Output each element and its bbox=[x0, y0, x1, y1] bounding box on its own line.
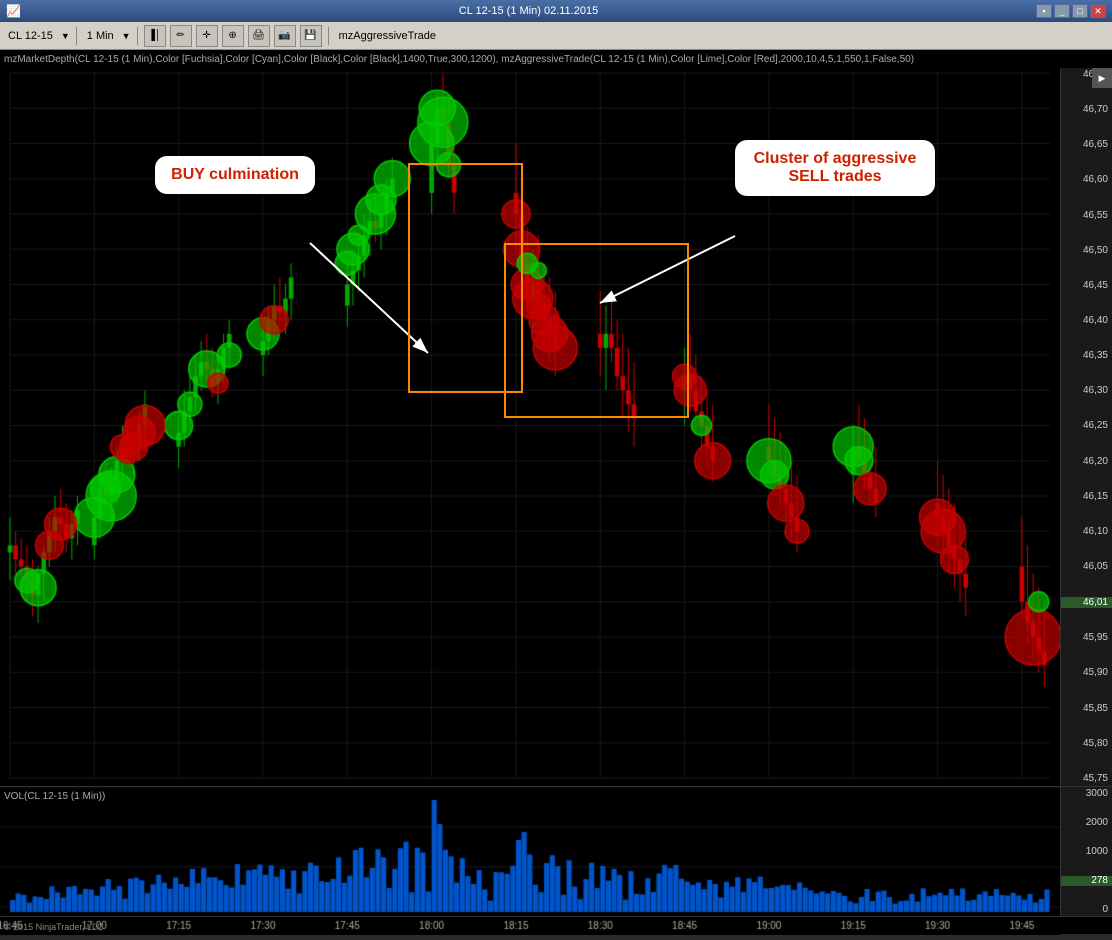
price-46-60: 46,60 bbox=[1061, 175, 1112, 185]
draw-button[interactable]: ✏ bbox=[170, 25, 192, 47]
price-46-70: 46,70 bbox=[1061, 105, 1112, 115]
price-46-55: 46,55 bbox=[1061, 211, 1112, 221]
window-controls[interactable]: ▪ _ □ ✕ bbox=[1036, 4, 1106, 18]
price-46-10: 46,10 bbox=[1061, 527, 1112, 537]
price-45-85: 45,85 bbox=[1061, 704, 1112, 714]
price-axis: 46,75 46,70 46,65 46,60 46,55 46,50 46,4… bbox=[1060, 68, 1112, 786]
time-canvas bbox=[0, 917, 1060, 935]
bar-type-button[interactable]: ▐│ bbox=[144, 25, 166, 47]
sell-callout: Cluster of aggressive SELL trades bbox=[735, 140, 935, 196]
price-46-50: 46,50 bbox=[1061, 246, 1112, 256]
zoom-button[interactable]: ⊕ bbox=[222, 25, 244, 47]
instrument-selector[interactable]: CL 12-15 bbox=[4, 29, 57, 43]
copyright: © 2015 NinjaTrader, LLC bbox=[4, 922, 103, 932]
timeframe-selector[interactable]: 1 Min bbox=[83, 29, 118, 43]
sell-highlight-rect bbox=[504, 243, 689, 418]
snapshot-button[interactable]: 📷 bbox=[274, 25, 296, 47]
vol-3000: 3000 bbox=[1061, 789, 1112, 799]
restore-button[interactable]: ▪ bbox=[1036, 4, 1052, 18]
volume-panel: VOL(CL 12-15 (1 Min)) 3000 2000 1000 278… bbox=[0, 786, 1112, 916]
vol-278: 278 bbox=[1061, 876, 1112, 886]
volume-canvas bbox=[0, 787, 1060, 917]
toolbar-separator-3 bbox=[328, 27, 329, 45]
indicator-bar: mzMarketDepth(CL 12-15 (1 Min),Color [Fu… bbox=[0, 50, 1112, 68]
price-46-15: 46,15 bbox=[1061, 492, 1112, 502]
price-current: 46,01 bbox=[1061, 597, 1112, 608]
toolbar-separator-1 bbox=[76, 27, 77, 45]
dropdown-icon-2[interactable]: ▼ bbox=[122, 31, 131, 41]
close-button[interactable]: ✕ bbox=[1090, 4, 1106, 18]
indicator-text: mzMarketDepth(CL 12-15 (1 Min),Color [Fu… bbox=[4, 54, 914, 65]
app-icon: 📈 bbox=[6, 4, 21, 18]
dropdown-icon[interactable]: ▼ bbox=[61, 31, 70, 41]
window-title: CL 12-15 (1 Min) 02.11.2015 bbox=[459, 5, 598, 17]
volume-axis: 3000 2000 1000 278 0 bbox=[1060, 787, 1112, 917]
buy-callout: BUY culmination bbox=[155, 156, 315, 194]
maximize-button[interactable]: □ bbox=[1072, 4, 1088, 18]
indicator-label: mzAggressiveTrade bbox=[335, 29, 440, 43]
volume-label: VOL(CL 12-15 (1 Min)) bbox=[4, 791, 105, 802]
vol-1000: 1000 bbox=[1061, 847, 1112, 857]
price-46-35: 46,35 bbox=[1061, 351, 1112, 361]
save-button[interactable]: 💾 bbox=[300, 25, 322, 47]
minimize-button[interactable]: _ bbox=[1054, 4, 1070, 18]
price-46-30: 46,30 bbox=[1061, 386, 1112, 396]
crosshair-button[interactable]: ✛ bbox=[196, 25, 218, 47]
vol-2000: 2000 bbox=[1061, 818, 1112, 828]
price-45-80: 45,80 bbox=[1061, 739, 1112, 749]
price-46-40: 46,40 bbox=[1061, 316, 1112, 326]
price-45-75: 45,75 bbox=[1061, 774, 1112, 784]
price-46-05: 46,05 bbox=[1061, 562, 1112, 572]
chart-area: BUY culmination Cluster of aggressive SE… bbox=[0, 68, 1112, 786]
toolbar-separator-2 bbox=[137, 27, 138, 45]
vol-0: 0 bbox=[1061, 905, 1112, 915]
scroll-right-button[interactable]: ▶ bbox=[1092, 68, 1112, 88]
price-45-95: 45,95 bbox=[1061, 633, 1112, 643]
price-46-45: 46,45 bbox=[1061, 281, 1112, 291]
time-axis bbox=[0, 916, 1112, 934]
price-46-65: 46,65 bbox=[1061, 140, 1112, 150]
price-46-20: 46,20 bbox=[1061, 457, 1112, 467]
title-bar: 📈 CL 12-15 (1 Min) 02.11.2015 ▪ _ □ ✕ bbox=[0, 0, 1112, 22]
print-button[interactable]: 🖨 bbox=[248, 25, 270, 47]
price-45-90: 45,90 bbox=[1061, 668, 1112, 678]
price-46-25: 46,25 bbox=[1061, 421, 1112, 431]
toolbar: CL 12-15 ▼ 1 Min ▼ ▐│ ✏ ✛ ⊕ 🖨 📷 💾 mzAggr… bbox=[0, 22, 1112, 50]
